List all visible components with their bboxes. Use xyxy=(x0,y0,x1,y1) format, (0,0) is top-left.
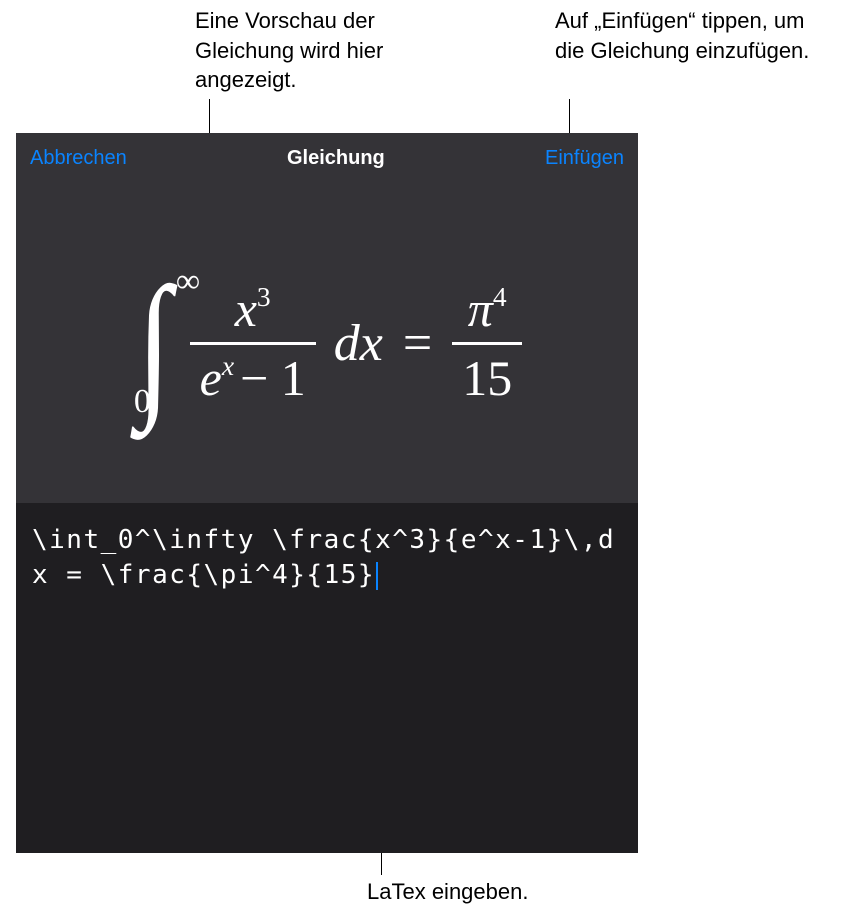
fraction-numerator: x3 xyxy=(225,276,281,342)
fraction-denominator: ex − 1 xyxy=(190,345,316,411)
text-cursor-icon xyxy=(376,562,378,591)
callout-preview: Eine Vorschau der Gleichung wird hier an… xyxy=(195,6,475,95)
var-pi: π xyxy=(468,281,493,337)
exp-4: 4 xyxy=(493,281,507,312)
equation-editor-panel: Abbrechen Gleichung Einfügen ∞ ∫ 0 x3 ex… xyxy=(16,133,638,853)
callout-insert: Auf „Einfügen“ tippen, um die Gleichung … xyxy=(555,6,835,65)
fraction-numerator: π4 xyxy=(458,276,517,342)
fraction-result: π4 15 xyxy=(452,276,522,411)
equals-sign: = xyxy=(397,314,438,373)
differential-dx: dx xyxy=(330,314,383,373)
latex-input[interactable]: \int_0^\infty \frac{x^3}{e^x-1}\,dx = \f… xyxy=(16,503,638,853)
panel-title: Gleichung xyxy=(287,147,385,170)
cancel-button[interactable]: Abbrechen xyxy=(30,147,127,170)
fraction-denominator: 15 xyxy=(452,345,522,411)
insert-button[interactable]: Einfügen xyxy=(545,147,624,170)
fraction-integrand: x3 ex − 1 xyxy=(190,276,316,411)
equation-preview: ∞ ∫ 0 x3 ex − 1 dx = xyxy=(16,183,638,503)
integral-lower-bound: 0 xyxy=(134,385,151,419)
panel-header: Abbrechen Gleichung Einfügen xyxy=(16,133,638,183)
integral-upper-bound: ∞ xyxy=(176,265,200,299)
integral-symbol: ∞ ∫ 0 xyxy=(132,281,176,406)
var-x: x xyxy=(235,281,257,337)
minus-one: − 1 xyxy=(240,349,306,407)
rendered-equation: ∞ ∫ 0 x3 ex − 1 dx = xyxy=(132,276,522,411)
exp-x: x xyxy=(222,350,234,381)
exp-3: 3 xyxy=(257,281,271,312)
var-e: e xyxy=(200,350,222,406)
callout-latex: LaTex eingeben. xyxy=(367,877,617,907)
latex-input-text: \int_0^\infty \frac{x^3}{e^x-1}\,dx = \f… xyxy=(32,525,615,590)
